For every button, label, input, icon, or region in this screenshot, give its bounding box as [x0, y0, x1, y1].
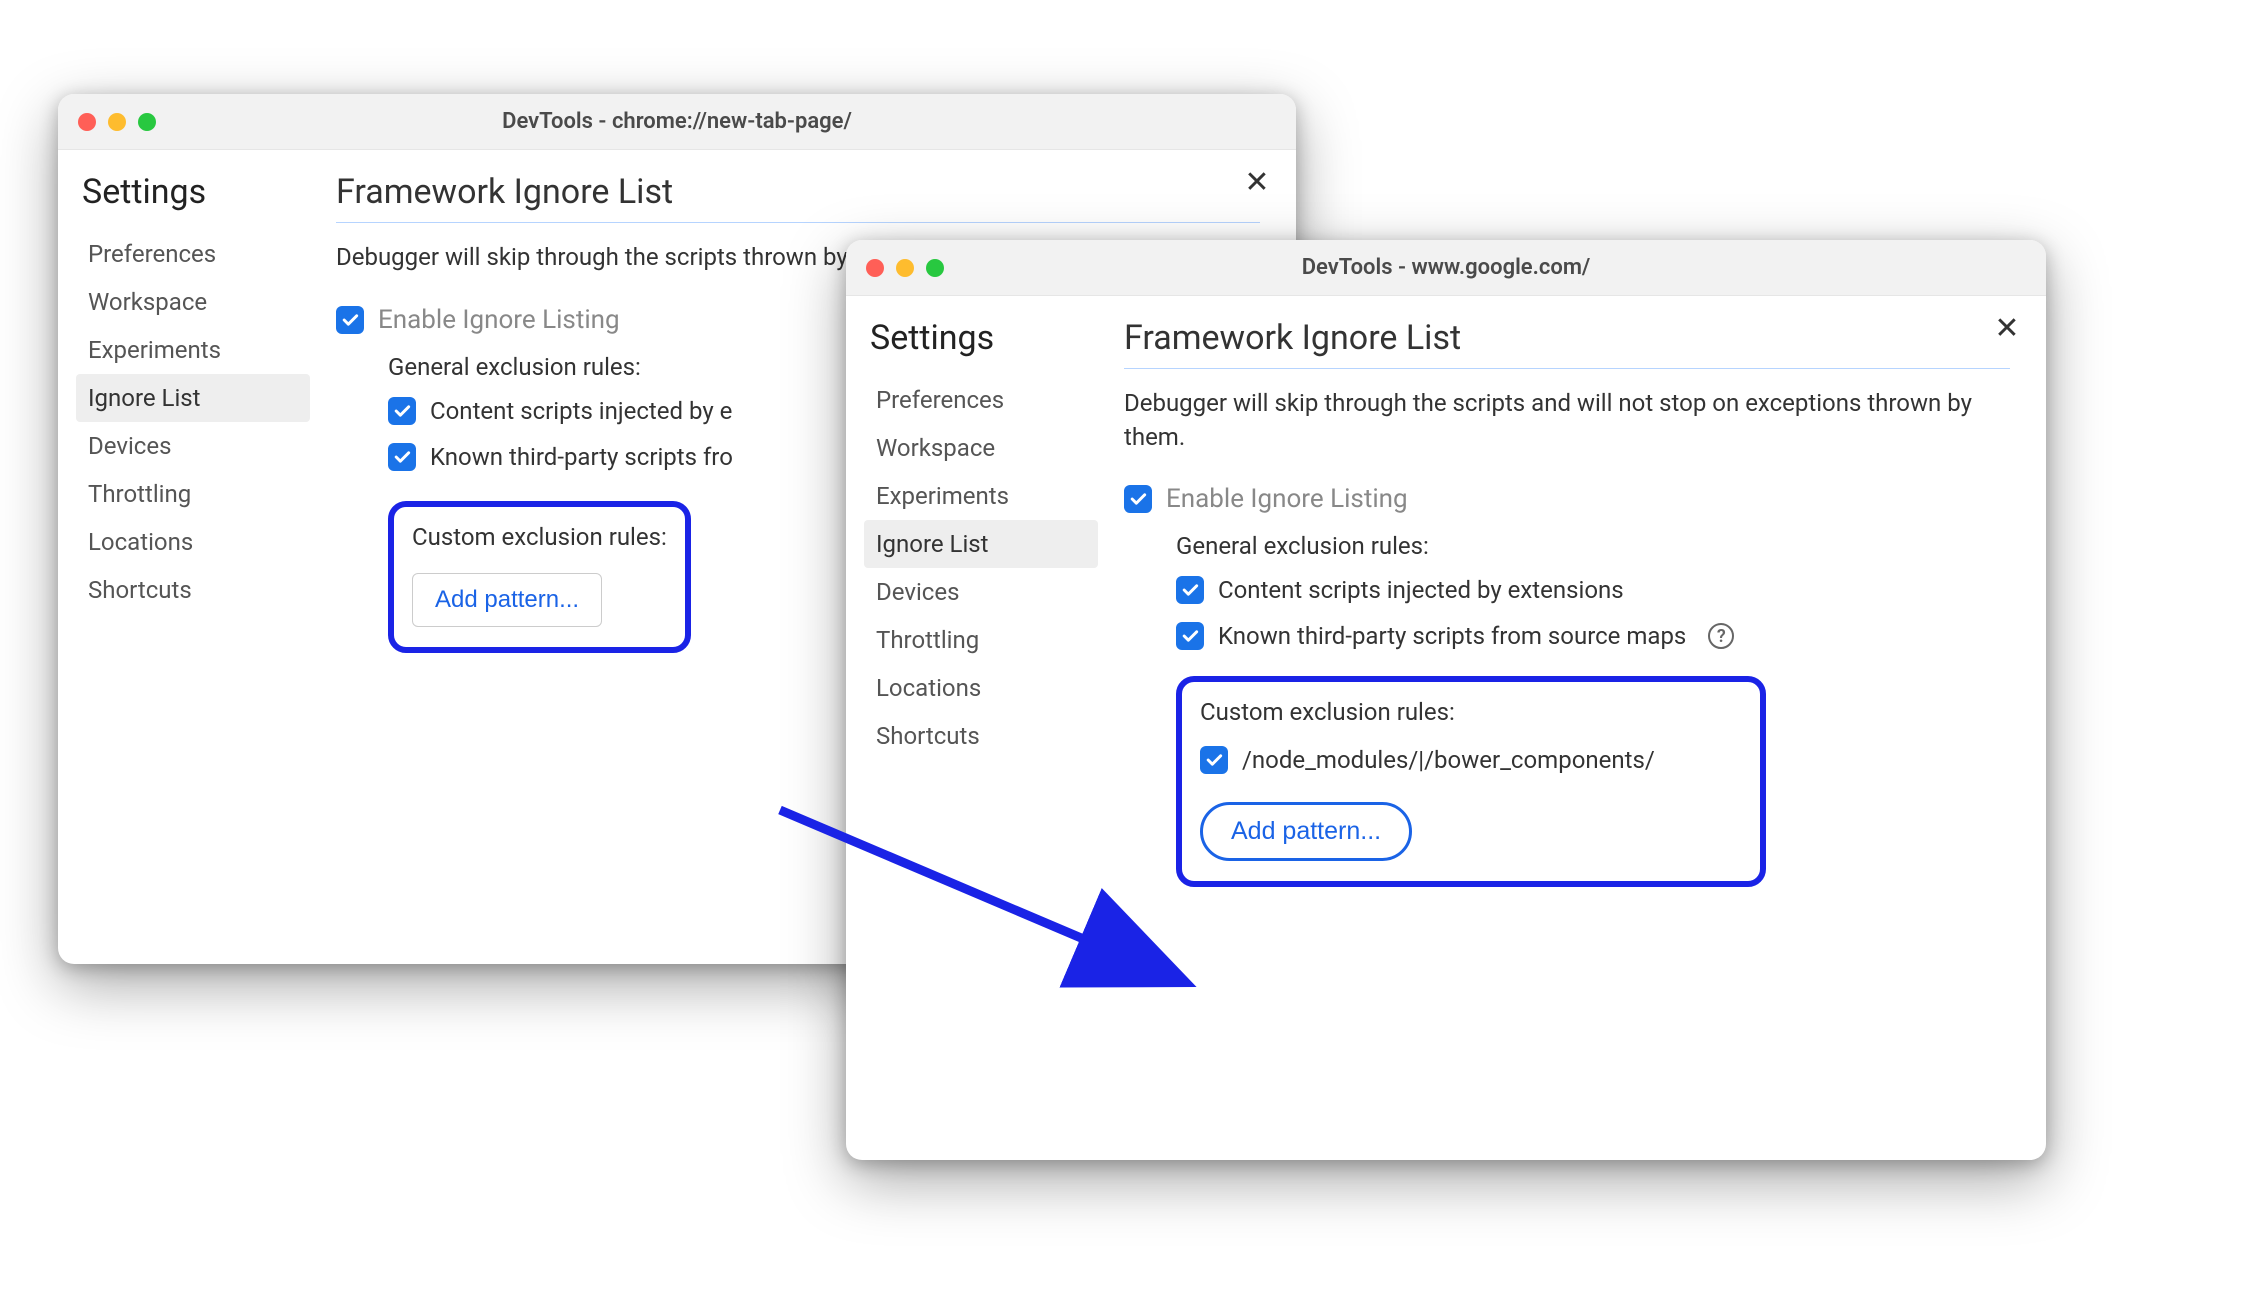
window-close-dot[interactable]: [866, 259, 884, 277]
custom-rules-title: Custom exclusion rules:: [1200, 698, 1742, 726]
window-maximize-dot[interactable]: [138, 113, 156, 131]
sidebar-title: Settings: [76, 172, 310, 212]
window-title: DevTools - chrome://new-tab-page/: [58, 109, 1296, 134]
help-icon[interactable]: ?: [1708, 623, 1734, 649]
sidebar-item-experiments[interactable]: Experiments: [864, 472, 1098, 520]
rule-content-scripts-label: Content scripts injected by extensions: [1218, 576, 1624, 604]
window-minimize-dot[interactable]: [896, 259, 914, 277]
settings-sidebar: Settings Preferences Workspace Experimen…: [58, 150, 328, 964]
general-rules-title: General exclusion rules:: [1176, 532, 2010, 560]
sidebar-item-devices[interactable]: Devices: [864, 568, 1098, 616]
settings-sidebar: Settings Preferences Workspace Experimen…: [846, 296, 1116, 1160]
general-exclusion-section: General exclusion rules: Content scripts…: [1176, 532, 2010, 650]
window-titlebar: DevTools - chrome://new-tab-page/: [58, 94, 1296, 150]
checkbox-checked-icon[interactable]: [336, 306, 364, 334]
sidebar-item-shortcuts[interactable]: Shortcuts: [864, 712, 1098, 760]
sidebar-item-workspace[interactable]: Workspace: [76, 278, 310, 326]
sidebar-title: Settings: [864, 318, 1098, 358]
page-title: Framework Ignore List: [336, 172, 1260, 223]
close-icon: ✕: [1244, 168, 1269, 198]
rule-third-party-label: Known third-party scripts fro: [430, 443, 733, 471]
checkbox-checked-icon[interactable]: [1200, 746, 1228, 774]
settings-close-button[interactable]: ✕: [1992, 314, 2022, 344]
checkbox-checked-icon[interactable]: [1176, 622, 1204, 650]
custom-pattern-row[interactable]: /node_modules/|/bower_components/: [1200, 746, 1742, 774]
checkbox-checked-icon[interactable]: [388, 397, 416, 425]
enable-ignore-listing-row[interactable]: Enable Ignore Listing: [1124, 484, 2010, 514]
page-description: Debugger will skip through the scripts a…: [1124, 387, 2010, 454]
rule-third-party-label: Known third-party scripts from source ma…: [1218, 622, 1686, 650]
sidebar-item-throttling[interactable]: Throttling: [864, 616, 1098, 664]
custom-rules-title: Custom exclusion rules:: [412, 523, 667, 551]
enable-ignore-listing-label: Enable Ignore Listing: [1166, 484, 1408, 514]
sidebar-item-throttling[interactable]: Throttling: [76, 470, 310, 518]
sidebar-item-ignore-list[interactable]: Ignore List: [76, 374, 310, 422]
sidebar-item-workspace[interactable]: Workspace: [864, 424, 1098, 472]
checkbox-checked-icon[interactable]: [1124, 485, 1152, 513]
sidebar-item-preferences[interactable]: Preferences: [864, 376, 1098, 424]
window-titlebar: DevTools - www.google.com/: [846, 240, 2046, 296]
add-pattern-button[interactable]: Add pattern...: [1200, 802, 1412, 861]
close-icon: ✕: [1994, 314, 2019, 344]
sidebar-item-locations[interactable]: Locations: [864, 664, 1098, 712]
devtools-window-2: DevTools - www.google.com/ ✕ Settings Pr…: [846, 240, 2046, 1160]
highlight-annotation: Custom exclusion rules: Add pattern...: [388, 501, 691, 653]
sidebar-item-shortcuts[interactable]: Shortcuts: [76, 566, 310, 614]
window-title: DevTools - www.google.com/: [846, 255, 2046, 280]
add-pattern-button[interactable]: Add pattern...: [412, 573, 602, 627]
window-close-dot[interactable]: [78, 113, 96, 131]
checkbox-checked-icon[interactable]: [1176, 576, 1204, 604]
traffic-lights: [78, 113, 156, 131]
rule-content-scripts-label: Content scripts injected by e: [430, 397, 732, 425]
settings-close-button[interactable]: ✕: [1242, 168, 1272, 198]
sidebar-item-locations[interactable]: Locations: [76, 518, 310, 566]
rule-third-party-row[interactable]: Known third-party scripts from source ma…: [1176, 622, 2010, 650]
sidebar-item-preferences[interactable]: Preferences: [76, 230, 310, 278]
window-minimize-dot[interactable]: [108, 113, 126, 131]
page-title: Framework Ignore List: [1124, 318, 2010, 369]
sidebar-item-experiments[interactable]: Experiments: [76, 326, 310, 374]
checkbox-checked-icon[interactable]: [388, 443, 416, 471]
window-maximize-dot[interactable]: [926, 259, 944, 277]
enable-ignore-listing-label: Enable Ignore Listing: [378, 305, 620, 335]
rule-content-scripts-row[interactable]: Content scripts injected by extensions: [1176, 576, 2010, 604]
custom-pattern-label: /node_modules/|/bower_components/: [1242, 746, 1655, 774]
custom-exclusion-section: Custom exclusion rules: /node_modules/|/…: [1176, 676, 2010, 887]
sidebar-item-devices[interactable]: Devices: [76, 422, 310, 470]
sidebar-item-ignore-list[interactable]: Ignore List: [864, 520, 1098, 568]
settings-main: Framework Ignore List Debugger will skip…: [1116, 296, 2046, 1160]
highlight-annotation: Custom exclusion rules: /node_modules/|/…: [1176, 676, 1766, 887]
traffic-lights: [866, 259, 944, 277]
